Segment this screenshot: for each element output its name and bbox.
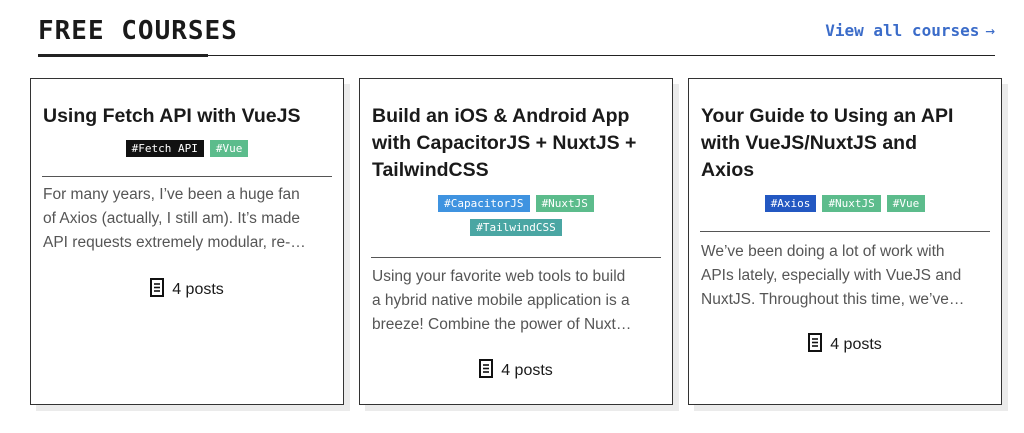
tag-nuxtjs[interactable]: #NuxtJS: [535, 195, 594, 212]
excerpt-line: For many years, I’ve been a huge fan: [43, 186, 300, 203]
tag-axios[interactable]: #Axios: [764, 195, 817, 212]
course-title[interactable]: Your Guide to Using an API with VueJS/Nu…: [701, 103, 991, 184]
course-card-fetch-api[interactable]: Using Fetch API with VueJS #Fetch API #Vu…: [30, 78, 344, 405]
view-all-label[interactable]: View all courses: [825, 21, 979, 40]
title-line[interactable]: TailwindCSS: [372, 157, 662, 184]
title-line[interactable]: with VueJS/NuxtJS and: [701, 130, 991, 157]
course-title[interactable]: Build an iOS & Android App with Capacito…: [372, 103, 662, 184]
card-divider: [42, 176, 332, 177]
course-card-capacitorjs[interactable]: Build an iOS & Android App with Capacito…: [359, 78, 673, 405]
tag-list: #CapacitorJS #NuxtJS #TailwindCSS: [370, 191, 662, 239]
post-count-label: 4 posts: [501, 362, 553, 379]
tag-fetch-api[interactable]: #Fetch API: [125, 140, 204, 157]
section-header: FREE COURSES View all courses →: [38, 0, 995, 58]
excerpt-line: NuxtJS. Throughout this time, we’ve…: [701, 291, 965, 308]
section-title: FREE COURSES: [38, 16, 238, 46]
header-divider: [208, 55, 995, 56]
title-line[interactable]: Axios: [701, 157, 991, 184]
arrow-right-icon: →: [985, 21, 995, 40]
tag-vue[interactable]: #Vue: [209, 140, 249, 157]
excerpt-line: Using your favorite web tools to build: [372, 268, 626, 285]
excerpt-line: API requests extremely modular, re-…: [43, 234, 306, 251]
document-icon: [808, 333, 823, 352]
post-count: 4 posts: [31, 278, 343, 299]
course-card-api-guide[interactable]: Your Guide to Using an API with VueJS/Nu…: [688, 78, 1002, 405]
post-count-label: 4 posts: [830, 336, 882, 353]
card-divider: [371, 257, 661, 258]
course-excerpt: We’ve been doing a lot of work with APIs…: [701, 240, 991, 312]
tag-nuxtjs[interactable]: #NuxtJS: [822, 195, 881, 212]
card-divider: [700, 231, 990, 232]
title-line[interactable]: Build an iOS & Android App: [372, 103, 662, 130]
view-all-courses-link[interactable]: View all courses →: [825, 21, 995, 40]
document-icon: [479, 359, 494, 378]
tag-vue[interactable]: #Vue: [886, 195, 926, 212]
title-line[interactable]: Your Guide to Using an API: [701, 103, 991, 130]
excerpt-line: of Axios (actually, I still am). It’s ma…: [43, 210, 300, 227]
post-count-label: 4 posts: [172, 281, 224, 298]
post-count: 4 posts: [689, 333, 1001, 354]
excerpt-line: We’ve been doing a lot of work with: [701, 243, 945, 260]
excerpt-line: APIs lately, especially with VueJS and: [701, 267, 962, 284]
excerpt-line: breeze! Combine the power of Nuxt…: [372, 316, 632, 333]
course-excerpt: Using your favorite web tools to build a…: [372, 265, 662, 337]
course-title[interactable]: Using Fetch API with VueJS: [43, 103, 333, 130]
course-excerpt: For many years, I’ve been a huge fan of …: [43, 183, 333, 255]
tag-tailwindcss[interactable]: #TailwindCSS: [470, 219, 562, 236]
tag-capacitorjs[interactable]: #CapacitorJS: [438, 195, 530, 212]
document-icon: [150, 278, 165, 297]
tag-list: #Axios #NuxtJS #Vue: [699, 191, 991, 215]
title-underline: [38, 54, 208, 57]
title-line[interactable]: with CapacitorJS + NuxtJS +: [372, 130, 662, 157]
tag-list: #Fetch API #Vue: [41, 136, 333, 160]
post-count: 4 posts: [360, 359, 672, 380]
excerpt-line: a hybrid native mobile application is a: [372, 292, 630, 309]
